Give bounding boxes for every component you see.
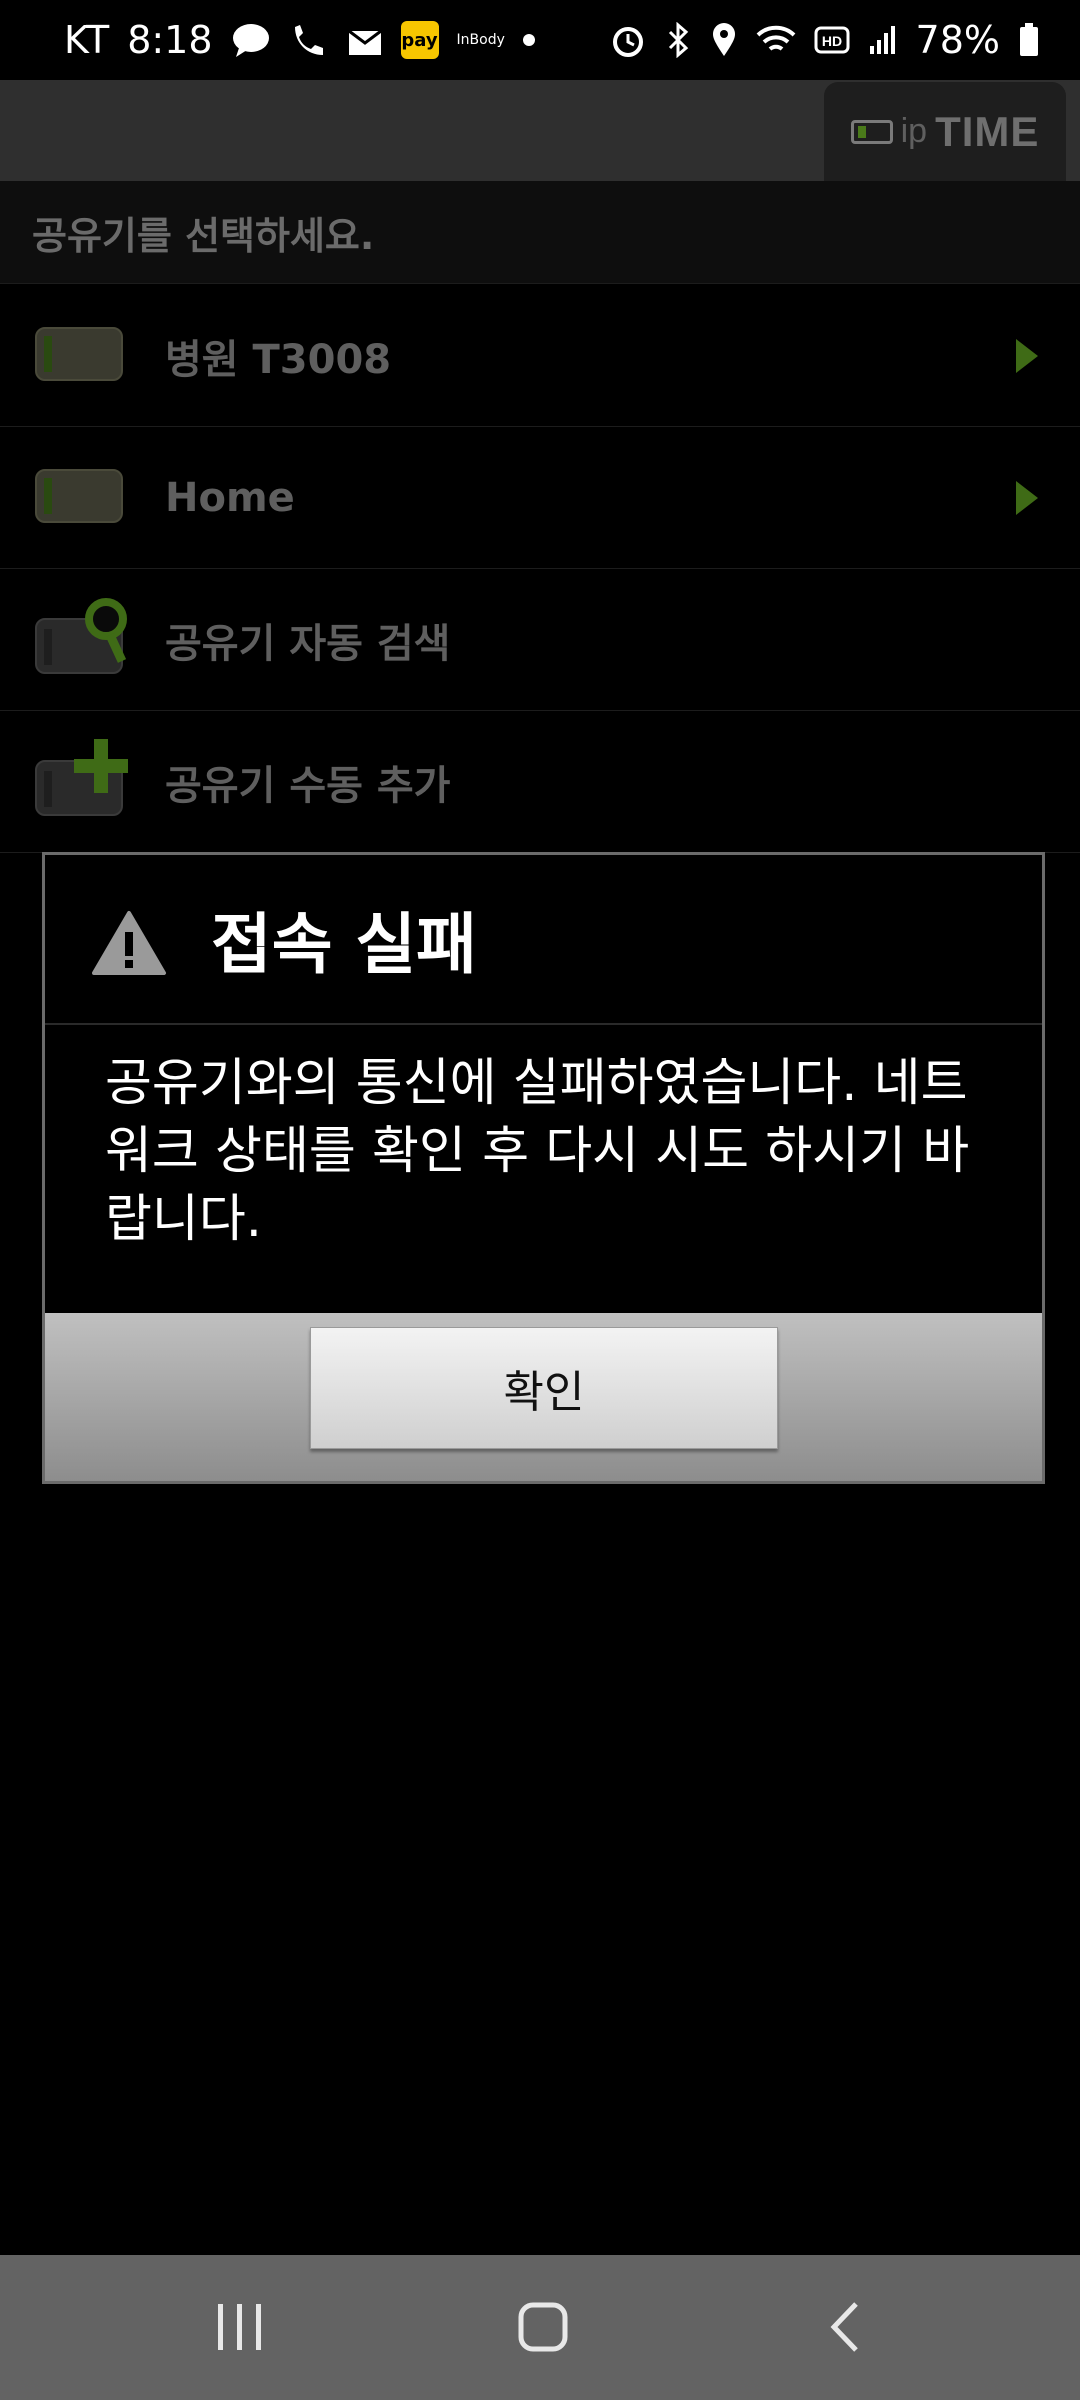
inbody-icon: InBody xyxy=(456,32,505,48)
router-icon xyxy=(34,468,124,528)
logo-ip-text: ip xyxy=(900,112,928,150)
router-logo-icon xyxy=(850,119,893,144)
router-icon xyxy=(34,326,124,386)
dialog-footer: 확인 xyxy=(45,1313,1042,1481)
list-title: 공유기를 선택하세요. xyxy=(0,181,1080,284)
router-item-label: Home xyxy=(165,474,295,521)
warning-icon xyxy=(91,910,167,980)
carrier: KT xyxy=(64,18,110,62)
mail-icon xyxy=(347,23,383,57)
svg-text:HD: HD xyxy=(821,33,841,49)
dialog-title: 접속 실패 xyxy=(211,906,477,983)
iptime-logo: ip TIME xyxy=(824,82,1066,181)
signal-icon xyxy=(868,24,898,56)
clock: 8:18 xyxy=(127,18,213,62)
logo-time-text: TIME xyxy=(935,107,1040,155)
status-bar: KT 8:18 pay InBody HD 78% xyxy=(0,0,1080,80)
kakaopay-icon: pay xyxy=(400,21,439,59)
dot-icon xyxy=(522,34,535,46)
back-icon[interactable] xyxy=(826,2300,866,2354)
navigation-bar xyxy=(0,2255,1080,2400)
router-search-icon xyxy=(34,597,144,683)
status-left: KT 8:18 pay InBody xyxy=(64,18,535,62)
chevron-right-icon xyxy=(1016,480,1038,515)
router-manual-add[interactable]: 공유기 수동 추가 xyxy=(0,711,1080,853)
home-icon[interactable] xyxy=(517,2300,569,2354)
battery-icon xyxy=(1018,22,1040,58)
router-auto-search[interactable]: 공유기 자동 검색 xyxy=(0,569,1080,711)
status-right: HD 78% xyxy=(610,18,1040,62)
connection-failed-dialog: 접속 실패 공유기와의 통신에 실패하였습니다. 네트워크 상태를 확인 후 다… xyxy=(42,852,1045,1484)
router-item-label: 공유기 수동 추가 xyxy=(165,762,451,809)
chevron-right-icon xyxy=(1016,338,1038,373)
router-add-icon xyxy=(34,738,144,825)
router-item-label: 병원 T3008 xyxy=(165,336,392,383)
app-header: ip TIME xyxy=(0,80,1080,181)
alarm-icon xyxy=(610,22,646,58)
wifi-icon xyxy=(756,23,796,57)
ok-button[interactable]: 확인 xyxy=(310,1327,778,1449)
whowho-icon xyxy=(289,21,329,59)
location-icon xyxy=(710,22,738,58)
recents-icon[interactable] xyxy=(214,2300,266,2354)
battery-percent: 78% xyxy=(915,18,1000,62)
bluetooth-icon xyxy=(664,22,692,58)
chat-bubble-icon xyxy=(231,22,271,58)
dialog-header: 접속 실패 xyxy=(45,855,1042,1025)
dialog-message: 공유기와의 통신에 실패하였습니다. 네트워크 상태를 확인 후 다시 시도 하… xyxy=(105,1054,970,1249)
router-item-home[interactable]: Home xyxy=(0,427,1080,569)
hd-icon: HD xyxy=(814,25,850,55)
router-item-label: 공유기 자동 검색 xyxy=(165,620,451,667)
router-item-hospital[interactable]: 병원 T3008 xyxy=(0,285,1080,427)
